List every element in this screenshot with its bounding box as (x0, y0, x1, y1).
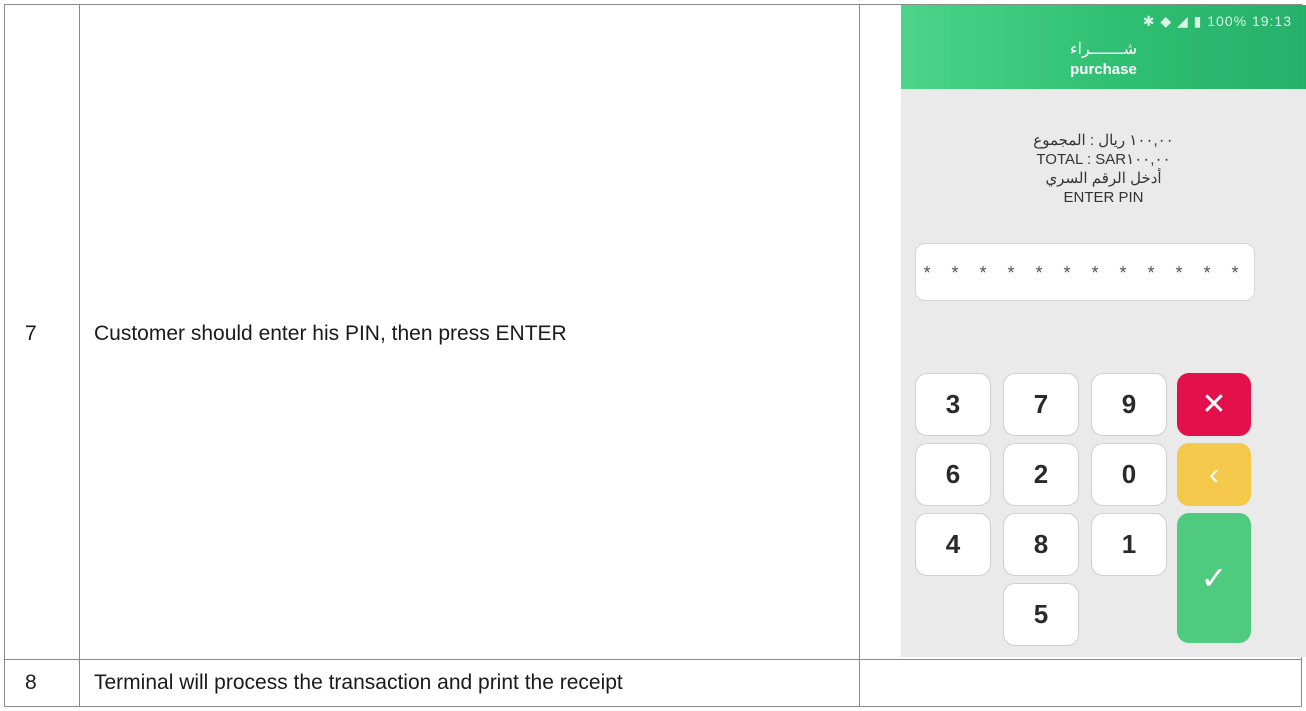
column-divider (859, 5, 860, 706)
enter-button[interactable]: ✓ (1177, 513, 1251, 643)
column-divider (79, 5, 80, 706)
key-4[interactable]: 4 (915, 513, 991, 576)
key-9[interactable]: 9 (1091, 373, 1167, 436)
title-arabic: شـــــــراء (1069, 41, 1137, 58)
key-2[interactable]: 2 (1003, 443, 1079, 506)
app-header: ✱ ◆ ◢ ▮ 100% 19:13 شـــــــراء purchase (901, 5, 1306, 89)
instructions-table: 7 Customer should enter his PIN, then pr… (4, 4, 1306, 707)
pos-terminal-screen: ✱ ◆ ◢ ▮ 100% 19:13 شـــــــراء purchase … (901, 5, 1306, 657)
step-number: 8 (25, 671, 37, 694)
key-8[interactable]: 8 (1003, 513, 1079, 576)
table-row: 7 Customer should enter his PIN, then pr… (5, 5, 1306, 660)
step-description: Terminal will process the transaction an… (94, 671, 623, 694)
close-icon: ✕ (1201, 388, 1227, 421)
key-7[interactable]: 7 (1003, 373, 1079, 436)
status-bar: ✱ ◆ ◢ ▮ 100% 19:13 (1143, 13, 1292, 30)
total-english: TOTAL : SAR١٠٠,٠٠ (1036, 151, 1171, 168)
clock: 19:13 (1251, 13, 1292, 29)
title-english: purchase (1070, 61, 1137, 78)
key-6[interactable]: 6 (915, 443, 991, 506)
key-5[interactable]: 5 (1003, 583, 1079, 646)
enter-pin-english: ENTER PIN (1063, 189, 1144, 206)
total-arabic: ١٠٠,٠٠ ريال : المجموع (1033, 132, 1174, 149)
key-0[interactable]: 0 (1091, 443, 1167, 506)
status-icons: ✱ ◆ ◢ ▮ (1142, 13, 1203, 29)
backspace-button[interactable]: ‹ (1177, 443, 1251, 506)
cancel-button[interactable]: ✕ (1177, 373, 1251, 436)
table-row: 8 Terminal will process the transaction … (5, 660, 1301, 706)
transaction-info: ١٠٠,٠٠ ريال : المجموع TOTAL : SAR١٠٠,٠٠ … (901, 131, 1306, 207)
key-1[interactable]: 1 (1091, 513, 1167, 576)
check-icon: ✓ (1200, 560, 1228, 596)
step-description: Customer should enter his PIN, then pres… (94, 322, 567, 345)
enter-pin-arabic: أدخل الرقم السري (1045, 170, 1162, 187)
step-number: 7 (25, 322, 37, 345)
battery-level: 100% (1207, 13, 1248, 29)
pin-input[interactable]: * * * * * * * * * * * * (915, 243, 1255, 301)
key-3[interactable]: 3 (915, 373, 991, 436)
chevron-left-icon: ‹ (1209, 458, 1219, 491)
